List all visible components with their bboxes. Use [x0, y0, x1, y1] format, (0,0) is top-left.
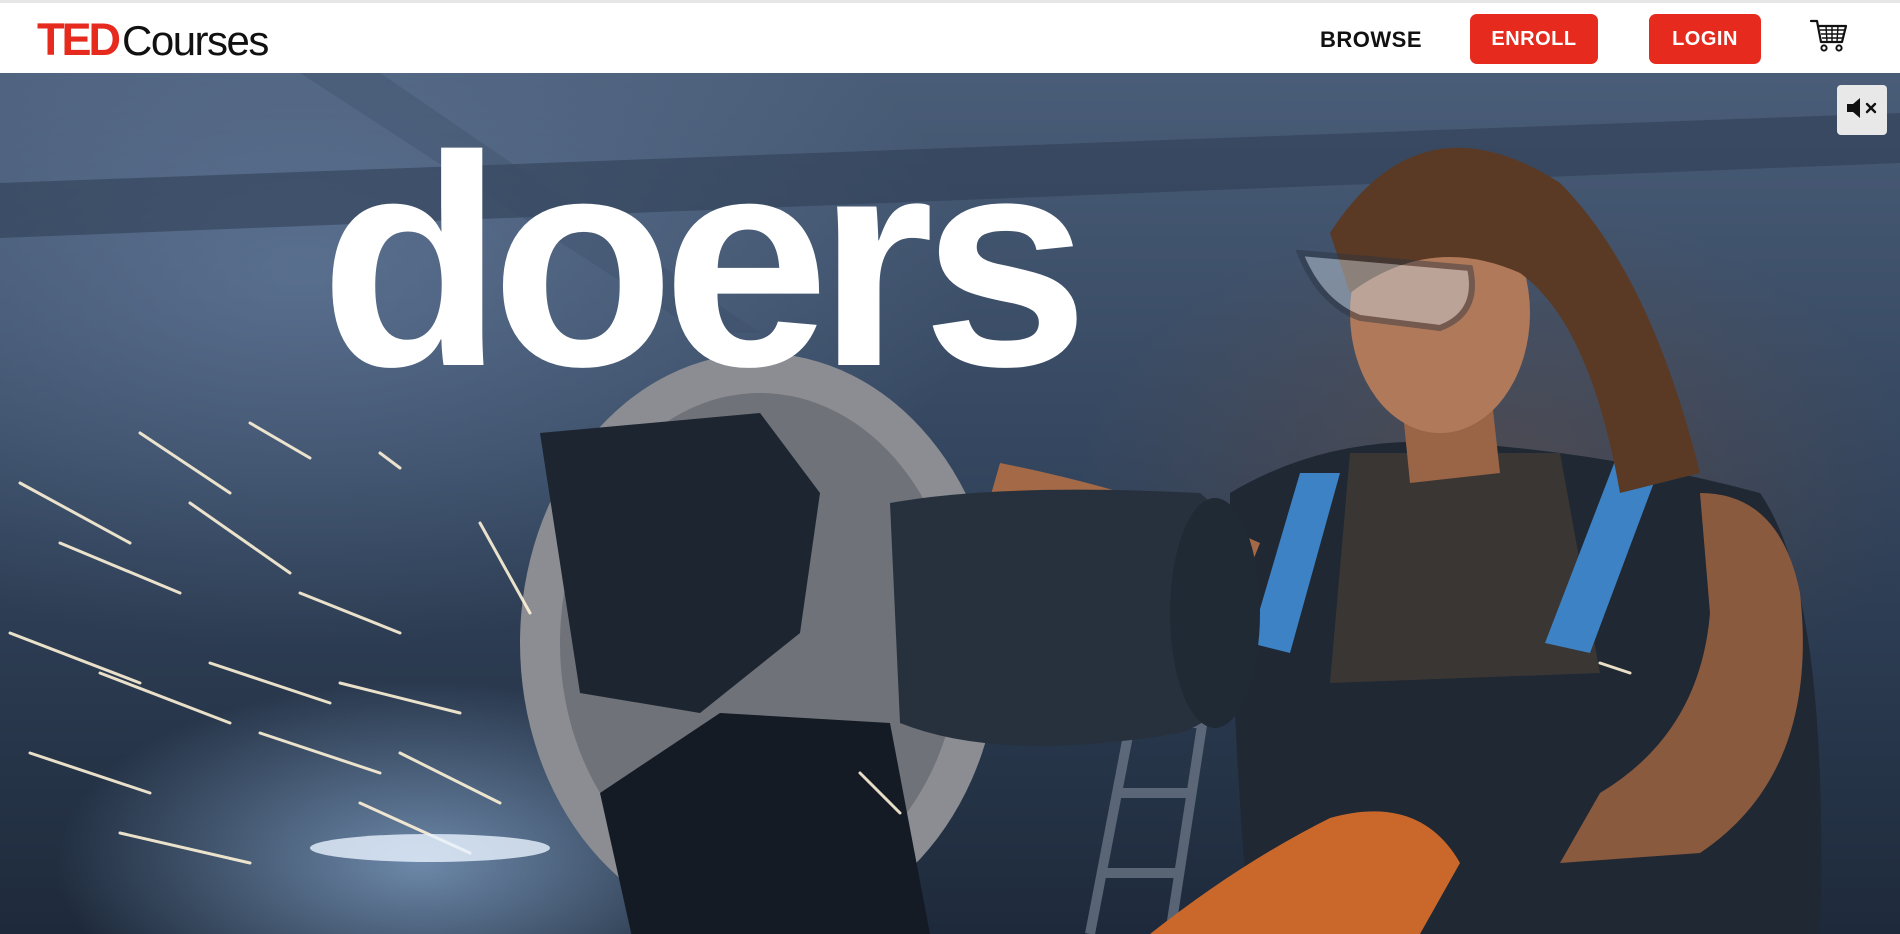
shopping-cart-icon[interactable]	[1809, 15, 1849, 55]
login-button[interactable]: LOGIN	[1649, 14, 1761, 64]
logo-product: Courses	[122, 17, 269, 64]
logo-brand: TED	[37, 14, 121, 65]
site-header: TED Courses BROWSE ENROLL LOGIN	[0, 3, 1900, 73]
volume-muted-icon	[1845, 95, 1879, 126]
hero-headline: doers	[320, 93, 1089, 429]
hero-video: doers	[0, 73, 1900, 934]
mute-toggle-button[interactable]	[1837, 85, 1887, 135]
ted-courses-logo[interactable]: TED Courses	[37, 14, 269, 65]
enroll-button[interactable]: ENROLL	[1470, 14, 1598, 64]
browse-link[interactable]: BROWSE	[1300, 23, 1442, 57]
